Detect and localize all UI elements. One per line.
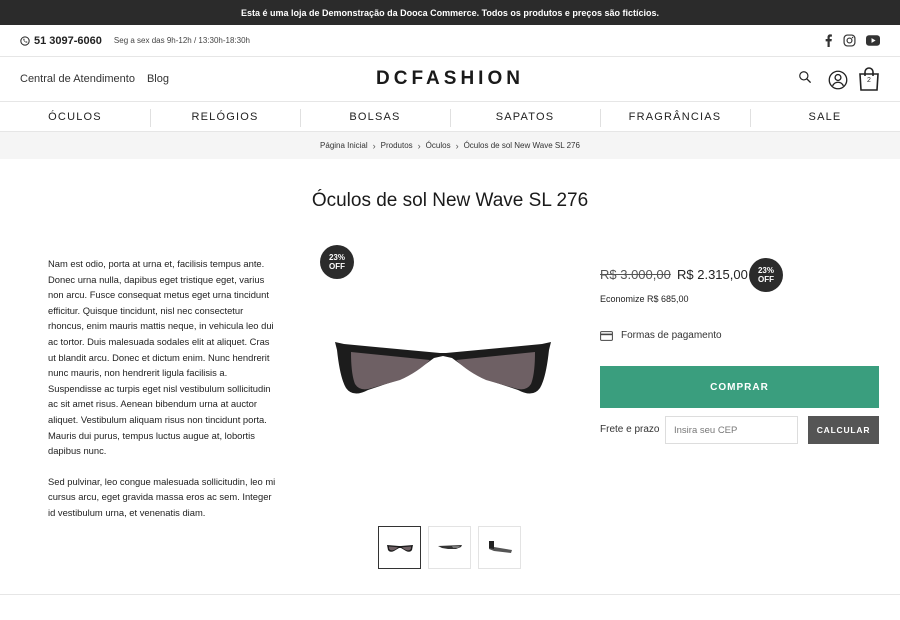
shipping-label: Frete e prazo [600,424,660,435]
calculate-shipping-button[interactable]: CALCULAR [808,416,879,444]
nav-item-fragrancias[interactable]: FRAGRÂNCIAS [600,108,750,127]
current-price: R$ 2.315,00 [677,267,748,282]
product-description: Nam est odio, porta at urna et, facilisi… [48,256,276,521]
breadcrumb-home[interactable]: Página Inicial [320,141,368,150]
cep-input[interactable] [665,416,798,444]
payment-methods-link[interactable]: Formas de pagamento [600,330,722,341]
thumbnail-side[interactable] [478,526,521,569]
description-paragraph: Nam est odio, porta at urna et, facilisi… [48,258,274,457]
nav-item-relogios[interactable]: RELÓGIOS [150,108,300,127]
site-logo[interactable]: DCFASHION [0,68,900,90]
chevron-right-icon: › [417,140,421,151]
phone-link[interactable]: 51 3097-6060 [20,35,102,47]
discount-badge: 23% OFF [749,258,783,292]
whatsapp-icon [20,35,30,46]
business-hours: Seg a sex das 9h-12h / 13:30h-18:30h [113,36,251,45]
page-title: Óculos de sol New Wave SL 276 [311,190,589,211]
savings-text: Economize R$ 685,00 [600,294,689,304]
breadcrumb-category[interactable]: Óculos [426,141,451,150]
breadcrumb: Página Inicial › Produtos › Óculos › Ócu… [0,132,900,159]
instagram-icon[interactable] [843,34,856,47]
credit-card-icon [600,330,613,341]
chevron-right-icon: › [372,140,376,151]
discount-badge: 23% OFF [320,245,354,279]
old-price: R$ 3.000,00 [600,267,671,282]
social-links [824,34,880,47]
section-divider [0,594,900,595]
header-actions: 2 [798,67,880,92]
product-image[interactable] [332,318,554,415]
thumbnail-front[interactable] [378,526,421,569]
buy-button[interactable]: COMPRAR [600,366,879,408]
phone-number: 51 3097-6060 [34,34,102,47]
main-nav: ÓCULOS RELÓGIOS BOLSAS SAPATOS FRAGRÂNCI… [0,102,900,132]
facebook-icon[interactable] [824,34,833,47]
chevron-right-icon: › [455,140,459,151]
nav-item-oculos[interactable]: ÓCULOS [0,111,150,123]
site-header: Central de Atendimento Blog DCFASHION 2 [0,57,900,102]
nav-item-sale[interactable]: SALE [750,108,900,127]
contact-bar: 51 3097-6060 Seg a sex das 9h-12h / 13:3… [0,25,900,57]
nav-item-sapatos[interactable]: SAPATOS [450,108,600,127]
description-paragraph: Sed pulvinar, leo congue malesuada solli… [48,475,276,518]
announcement-text: Esta é uma loja de Demonstração da Dooca… [241,7,659,18]
discount-percent: 23% [328,253,345,262]
nav-item-bolsas[interactable]: BOLSAS [300,108,450,127]
cart-count: 2 [867,77,871,84]
thumbnail-strip [378,526,521,569]
search-icon[interactable] [798,70,812,84]
breadcrumb-products[interactable]: Produtos [381,141,413,150]
discount-off: OFF [758,275,774,284]
user-icon[interactable] [828,70,848,90]
payment-methods-label: Formas de pagamento [621,330,722,341]
discount-percent: 23% [757,266,774,275]
announcement-bar: Esta é uma loja de Demonstração da Dooca… [0,0,900,25]
breadcrumb-current: Óculos de sol New Wave SL 276 [463,141,580,150]
youtube-icon[interactable] [866,35,880,46]
discount-off: OFF [329,262,345,271]
cart-button[interactable]: 2 [858,67,880,92]
thumbnail-angle[interactable] [428,526,471,569]
